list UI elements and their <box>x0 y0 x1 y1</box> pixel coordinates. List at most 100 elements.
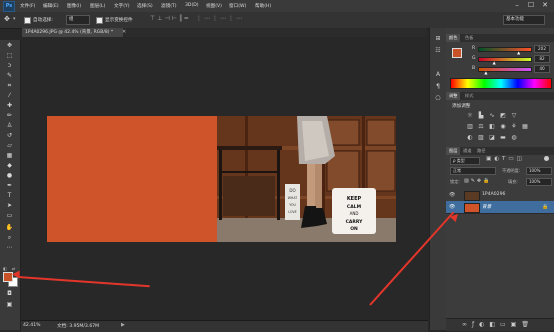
paragraph-panel-icon[interactable]: ¶ <box>433 82 443 91</box>
tab-layers[interactable]: 图层 <box>446 147 461 155</box>
menu-type[interactable]: 文字(Y) <box>114 3 130 9</box>
history-panel-icon[interactable]: ⊞ <box>433 34 443 43</box>
screen-mode-icon[interactable]: ▣ <box>5 301 14 308</box>
auto-select-dropdown[interactable]: 组 <box>66 15 90 25</box>
show-transform-checkbox[interactable] <box>96 17 103 24</box>
status-arrow-icon[interactable]: ▶ <box>121 322 125 328</box>
chevron-down-icon[interactable]: ▾ <box>13 16 16 22</box>
menu-help[interactable]: 帮助(H) <box>255 3 271 9</box>
invert-icon[interactable]: ◐ <box>466 134 474 141</box>
menu-view[interactable]: 视图(V) <box>206 3 222 9</box>
dodge-icon[interactable]: ● <box>5 172 14 179</box>
marquee-icon[interactable]: ⬚ <box>5 52 14 59</box>
vibrance-icon[interactable]: ▽ <box>510 112 518 119</box>
close-button[interactable]: ✕ <box>538 1 552 10</box>
layer-footer-icons[interactable]: ∞ƒ◐◧▭▣🗑 <box>462 321 534 328</box>
quick-mask-icon[interactable]: ◘ <box>5 290 14 297</box>
character-panel-icon[interactable]: A <box>433 70 443 79</box>
minimize-button[interactable]: – <box>510 1 524 10</box>
posterize-icon[interactable]: ▨ <box>477 134 485 141</box>
tab-paths[interactable]: 路径 <box>474 147 488 155</box>
default-colors-icon[interactable]: ◧ <box>3 266 7 271</box>
brightness-icon[interactable]: ☼ <box>466 112 474 119</box>
layer-row-selected[interactable]: 👁 背景 🔒 <box>446 201 554 214</box>
photo-filter-icon[interactable]: ◉ <box>499 123 507 130</box>
blend-mode-dropdown[interactable]: 正常 <box>450 167 496 175</box>
zoom-level[interactable]: 42.41% <box>23 323 41 328</box>
quick-select-icon[interactable]: ✎ <box>5 72 14 79</box>
levels-icon[interactable]: ▙ <box>477 112 485 119</box>
r-value[interactable]: 202 <box>534 45 550 53</box>
color-spectrum-bar[interactable] <box>450 78 552 89</box>
fill-value[interactable]: 100% <box>526 178 552 186</box>
pen-icon[interactable]: ✒ <box>5 182 14 189</box>
gradient-icon[interactable]: ▦ <box>5 152 14 159</box>
hand-icon[interactable]: ✋ <box>5 224 14 231</box>
zoom-icon[interactable]: ⌕ <box>5 234 14 241</box>
eyedropper-icon[interactable]: ⁄ <box>5 92 14 99</box>
g-slider[interactable] <box>478 57 532 62</box>
menu-filter[interactable]: 滤镜(T) <box>161 3 177 9</box>
menu-file[interactable]: 文件(F) <box>20 3 35 9</box>
selective-color-icon[interactable]: ◍ <box>510 134 518 141</box>
healing-icon[interactable]: ✚ <box>5 102 14 109</box>
tab-swatches[interactable]: 色板 <box>462 34 476 42</box>
shape-icon[interactable]: ▭ <box>5 212 14 219</box>
type-icon[interactable]: T <box>5 192 14 199</box>
filter-toggle-icon[interactable] <box>544 156 549 161</box>
more-tools-icon[interactable]: ⋯ <box>5 244 14 251</box>
properties-panel-icon[interactable]: ☷ <box>433 46 443 55</box>
lock-icons[interactable]: ▨✎✥🔒 <box>464 178 491 184</box>
lasso-icon[interactable]: ↄ <box>5 62 14 69</box>
color-balance-icon[interactable]: ⚖ <box>477 123 485 130</box>
auto-select-checkbox[interactable] <box>24 17 31 24</box>
menu-edit[interactable]: 编辑(E) <box>43 3 59 9</box>
document-tab[interactable]: 1P4A0296.JPG @ 42.4% (背景, RGB/8) * <box>22 28 123 37</box>
menu-3d[interactable]: 3D(D) <box>185 3 199 8</box>
history-brush-icon[interactable]: ↺ <box>5 132 14 139</box>
tab-channels[interactable]: 通道 <box>460 147 474 155</box>
align-icons[interactable]: ⊤⊥⊣⊢║═ <box>150 15 190 22</box>
lookup-icon[interactable]: ▦ <box>521 123 529 130</box>
menu-layer[interactable]: 图层(L) <box>90 3 105 9</box>
opacity-value[interactable]: 100% <box>526 167 552 175</box>
crop-icon[interactable]: ⌗ <box>5 82 14 89</box>
visibility-eye-icon[interactable]: 👁 <box>449 204 455 210</box>
gradient-map-icon[interactable]: ▬ <box>499 134 507 141</box>
menu-select[interactable]: 选择(S) <box>137 3 153 9</box>
workspace-dropdown[interactable]: 基本功能 <box>503 15 545 25</box>
menu-window[interactable]: 窗口(W) <box>229 3 246 9</box>
layer-filter-icons[interactable]: ▣◐T▭◫ <box>486 156 525 162</box>
bw-icon[interactable]: ◧ <box>488 123 496 130</box>
b-slider-thumb[interactable]: ▲ <box>484 70 487 75</box>
visibility-eye-icon[interactable]: 👁 <box>449 192 455 198</box>
r-slider-thumb[interactable]: ▲ <box>517 50 520 55</box>
g-slider-thumb[interactable]: ▲ <box>493 60 496 65</box>
b-value[interactable]: 40 <box>534 65 550 73</box>
hue-icon[interactable]: ▥ <box>466 123 474 130</box>
curves-icon[interactable]: ∿ <box>488 112 496 119</box>
menu-image[interactable]: 图像(I) <box>67 3 81 9</box>
close-tab-icon[interactable]: ✕ <box>122 29 126 35</box>
layer-name[interactable]: 背景 <box>482 204 491 210</box>
brush-icon[interactable]: ✏ <box>5 112 14 119</box>
tool-presets-icon[interactable]: ⎔ <box>433 94 443 103</box>
stamp-icon[interactable]: ♙ <box>5 122 14 129</box>
maximize-button[interactable]: ☐ <box>524 1 538 10</box>
document-canvas[interactable]: DO WHAT YOU LOVE KEEP CALM AND CARRY ON <box>47 116 396 242</box>
tab-styles[interactable]: 样式 <box>462 92 476 100</box>
threshold-icon[interactable]: ◪ <box>488 134 496 141</box>
blur-icon[interactable]: ◆ <box>5 162 14 169</box>
g-value[interactable]: 82 <box>534 55 550 63</box>
path-select-icon[interactable]: ➤ <box>5 202 14 209</box>
tab-color[interactable]: 颜色 <box>446 34 461 42</box>
move-tool-icon[interactable]: ✥ <box>4 15 10 23</box>
distribute-icons[interactable]: ⋮⋯⋮⋯⋮⋯ <box>196 15 244 22</box>
layer-name[interactable]: 1P4A0296 <box>482 192 505 197</box>
eraser-icon[interactable]: ▱ <box>5 142 14 149</box>
layer-filter-dropdown[interactable]: ρ 类型 <box>450 157 480 165</box>
tab-adjustments[interactable]: 调整 <box>446 92 461 100</box>
exposure-icon[interactable]: ◩ <box>499 112 507 119</box>
r-slider[interactable] <box>478 47 532 52</box>
move-icon[interactable]: ✥ <box>5 42 14 49</box>
